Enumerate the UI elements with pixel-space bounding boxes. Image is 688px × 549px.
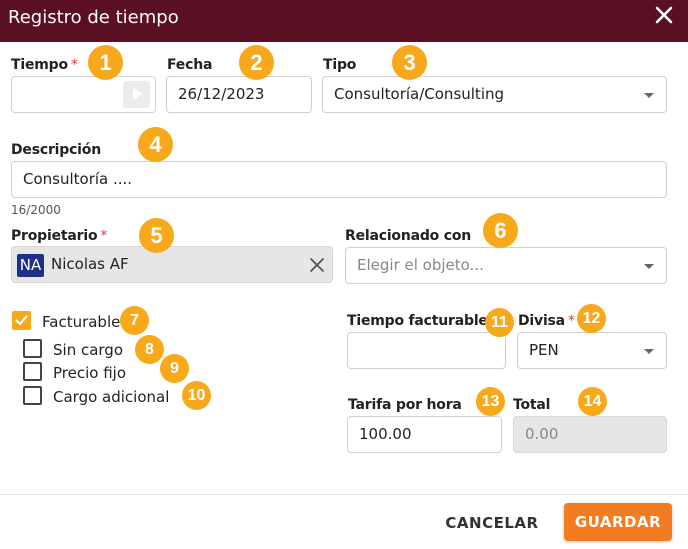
sin-cargo-checkbox[interactable] <box>23 339 42 358</box>
dialog-title: Registro de tiempo <box>8 7 179 28</box>
annotation-badge: 5 <box>139 218 174 253</box>
chevron-down-icon <box>644 264 654 269</box>
cargo-adicional-label: Cargo adicional <box>53 388 170 406</box>
propietario-label: Propietario * <box>11 228 107 244</box>
save-button[interactable]: GUARDAR <box>564 503 672 541</box>
tipo-select[interactable]: Consultoría/Consulting <box>322 76 667 113</box>
total-input: 0.00 <box>513 416 667 453</box>
divisa-label-text: Divisa <box>518 313 565 329</box>
play-button[interactable] <box>123 81 150 108</box>
total-label: Total <box>513 397 551 413</box>
annotation-badge: 8 <box>135 335 164 364</box>
close-icon[interactable] <box>652 3 676 27</box>
check-icon <box>15 315 28 326</box>
cancel-button[interactable]: CANCELAR <box>436 506 548 540</box>
tiempo-label: Tiempo * <box>11 57 78 73</box>
play-icon <box>133 88 143 100</box>
propietario-label-text: Propietario <box>11 228 98 244</box>
relacionado-placeholder: Elegir el objeto... <box>357 256 484 274</box>
descripcion-input[interactable]: Consultoría .... <box>11 161 667 198</box>
footer-divider <box>0 494 688 495</box>
annotation-badge: 1 <box>88 45 123 80</box>
propietario-field[interactable]: NA Nicolas AF <box>11 246 333 283</box>
required-mark: * <box>100 228 108 244</box>
tipo-label: Tipo <box>323 57 357 73</box>
required-mark: * <box>567 313 575 329</box>
relacionado-label: Relacionado con <box>345 228 472 244</box>
descripcion-label: Descripción <box>11 142 101 158</box>
annotation-badge: 14 <box>578 387 607 416</box>
propietario-value: Nicolas AF <box>51 255 129 273</box>
clear-icon[interactable] <box>307 255 327 275</box>
chevron-down-icon <box>644 93 654 98</box>
dialog-header: Registro de tiempo <box>0 0 688 42</box>
required-mark: * <box>70 57 78 73</box>
divisa-select[interactable]: PEN <box>517 332 667 369</box>
chevron-down-icon <box>644 349 654 354</box>
annotation-badge: 9 <box>160 354 189 383</box>
annotation-badge: 6 <box>483 213 518 248</box>
precio-fijo-label: Precio fijo <box>53 364 127 382</box>
tiempo-facturable-input[interactable] <box>347 332 506 369</box>
avatar: NA <box>17 254 44 277</box>
annotation-badge: 13 <box>476 387 505 416</box>
relacionado-select[interactable]: Elegir el objeto... <box>345 247 667 284</box>
tipo-value: Consultoría/Consulting <box>334 85 505 103</box>
divisa-value: PEN <box>529 341 559 359</box>
fecha-label: Fecha <box>167 57 213 73</box>
facturable-checkbox[interactable] <box>12 311 31 330</box>
annotation-badge: 11 <box>485 308 514 337</box>
annotation-badge: 7 <box>120 306 149 335</box>
annotation-badge: 4 <box>138 127 173 162</box>
annotation-badge: 3 <box>392 45 427 80</box>
annotation-badge: 2 <box>239 45 274 80</box>
fecha-input[interactable]: 26/12/2023 <box>166 76 312 113</box>
tiempo-label-text: Tiempo <box>11 57 68 73</box>
tarifa-label: Tarifa por hora <box>348 397 462 413</box>
cargo-adicional-checkbox[interactable] <box>23 386 42 405</box>
sin-cargo-label: Sin cargo <box>53 341 124 359</box>
tarifa-input[interactable]: 100.00 <box>347 416 502 453</box>
tiempo-facturable-label-text: Tiempo facturable <box>347 313 488 329</box>
char-counter: 16/2000 <box>11 203 61 217</box>
annotation-badge: 12 <box>577 304 606 333</box>
facturable-label: Facturable <box>42 313 121 331</box>
annotation-badge: 10 <box>182 381 211 410</box>
tiempo-facturable-label: Tiempo facturable* <box>347 313 498 329</box>
divisa-label: Divisa * <box>518 313 575 329</box>
precio-fijo-checkbox[interactable] <box>23 362 42 381</box>
